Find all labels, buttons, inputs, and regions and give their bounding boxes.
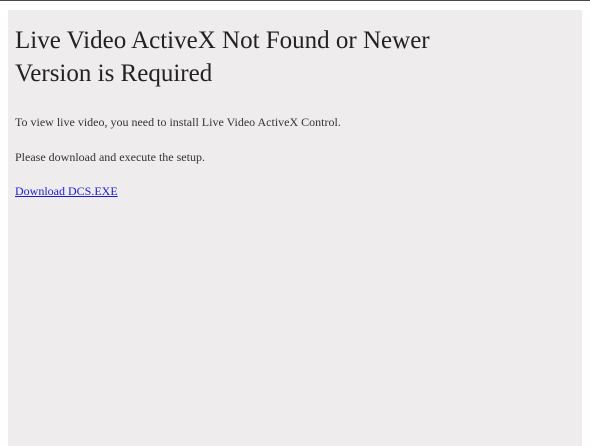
download-instruction-text: Please download and execute the setup. (15, 150, 205, 164)
download-dcs-link[interactable]: Download DCS.EXE (15, 184, 118, 198)
top-divider (0, 0, 590, 1)
content-panel: Live Video ActiveX Not Found or Newer Ve… (8, 10, 582, 446)
browser-page: Live Video ActiveX Not Found or Newer Ve… (0, 0, 590, 446)
page-title: Live Video ActiveX Not Found or Newer Ve… (15, 27, 430, 87)
install-instruction-text: To view live video, you need to install … (15, 115, 341, 129)
